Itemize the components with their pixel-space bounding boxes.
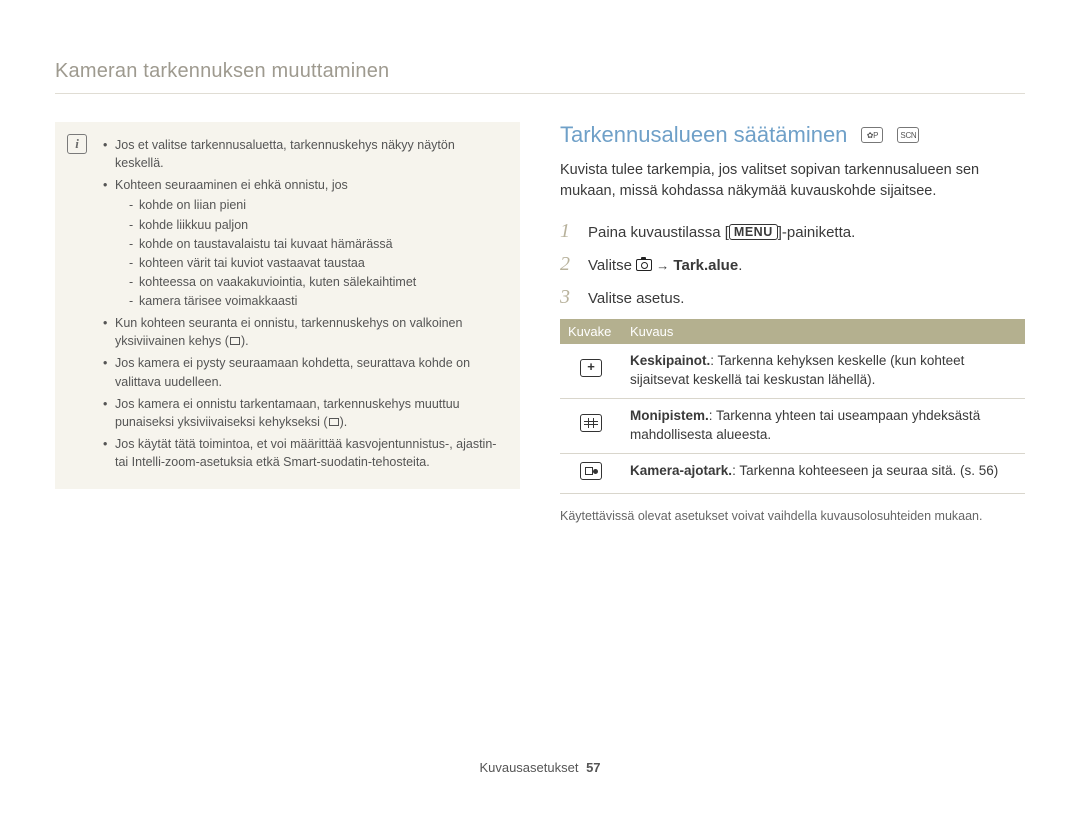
step-item: 1 Paina kuvaustilassa [MENU]-painiketta.	[560, 220, 1025, 243]
info-text: Jos et valitse tarkennusaluetta, tarkenn…	[115, 138, 455, 170]
page-title: Kameran tarkennuksen muuttaminen	[55, 60, 1025, 94]
step-text: Valitse → Tark.alue.	[588, 257, 742, 274]
arrow-icon: →	[656, 258, 669, 273]
frame-icon	[230, 337, 240, 345]
table-header-desc: Kuvaus	[622, 319, 1025, 344]
table-cell-desc: Keskipainot.: Tarkenna kehyksen keskelle…	[622, 344, 1025, 398]
info-text: Jos kamera ei onnistu tarkentamaan, tark…	[115, 397, 460, 429]
footer-section-label: Kuvausasetukset	[479, 760, 578, 775]
table-cell-desc: Kamera-ajotark.: Tarkenna kohteeseen ja …	[622, 453, 1025, 494]
footnote: Käytettävissä olevat asetukset voivat va…	[560, 508, 1025, 526]
text: ]-painiketta.	[778, 224, 856, 241]
info-bullet: Jos käytät tätä toimintoa, et voi määrit…	[103, 435, 502, 471]
info-sub-item: kohde on taustavalaistu tai kuvaat hämär…	[129, 235, 502, 253]
step-item: 2 Valitse → Tark.alue.	[560, 253, 1025, 276]
menu-button-icon: MENU	[729, 224, 778, 240]
info-sub-item: kohteessa on vaakakuviointia, kuten säle…	[129, 273, 502, 291]
table-row: Keskipainot.: Tarkenna kehyksen keskelle…	[560, 344, 1025, 398]
mode-badge-p-icon: ✿P	[861, 127, 883, 143]
right-column: Tarkennusalueen säätäminen ✿P SCN Kuvist…	[560, 122, 1025, 526]
step-text: Paina kuvaustilassa [MENU]-painiketta.	[588, 224, 855, 241]
option-name: Kamera-ajotark.	[630, 463, 732, 478]
info-sub-item: kamera tärisee voimakkaasti	[129, 292, 502, 310]
left-column: i Jos et valitse tarkennusaluetta, tarke…	[55, 122, 520, 526]
option-name: Monipistem.	[630, 408, 709, 423]
section-title-row: Tarkennusalueen säätäminen ✿P SCN	[560, 122, 1025, 148]
info-sub-item: kohde on liian pieni	[129, 196, 502, 214]
camera-icon	[636, 259, 652, 271]
step-number: 3	[560, 286, 576, 309]
info-bullet-list: Jos et valitse tarkennusaluetta, tarkenn…	[103, 136, 506, 471]
manual-page: Kameran tarkennuksen muuttaminen i Jos e…	[0, 0, 1080, 815]
step-number: 1	[560, 220, 576, 243]
info-text: Kohteen seuraaminen ei ehkä onnistu, jos	[115, 178, 348, 192]
text: .	[738, 257, 742, 274]
frame-icon	[329, 418, 339, 426]
steps-list: 1 Paina kuvaustilassa [MENU]-painiketta.…	[560, 220, 1025, 309]
multi-af-icon	[580, 414, 602, 432]
table-row: Kamera-ajotark.: Tarkenna kohteeseen ja …	[560, 453, 1025, 494]
section-intro: Kuvista tulee tarkempia, jos valitset so…	[560, 160, 1025, 202]
info-bullet: Jos kamera ei onnistu tarkentamaan, tark…	[103, 395, 502, 431]
info-text: ).	[340, 415, 348, 429]
info-icon: i	[67, 134, 87, 154]
info-bullet: Kun kohteen seuranta ei onnistu, tarkenn…	[103, 314, 502, 350]
table-header-icon: Kuvake	[560, 319, 622, 344]
info-bullet: Jos et valitse tarkennusaluetta, tarkenn…	[103, 136, 502, 172]
info-sub-item: kohteen värit tai kuviot vastaavat taust…	[129, 254, 502, 272]
step-text: Valitse asetus.	[588, 290, 684, 307]
page-footer: Kuvausasetukset 57	[0, 760, 1080, 775]
info-box: i Jos et valitse tarkennusaluetta, tarke…	[55, 122, 520, 489]
info-text: Kun kohteen seuranta ei onnistu, tarkenn…	[115, 316, 462, 348]
tracking-af-icon	[580, 462, 602, 480]
section-heading: Tarkennusalueen säätäminen	[560, 122, 847, 148]
info-sublist: kohde on liian pieni kohde liikkuu paljo…	[115, 196, 502, 310]
table-row: Monipistem.: Tarkenna yhteen tai useampa…	[560, 398, 1025, 453]
step-item: 3 Valitse asetus.	[560, 286, 1025, 309]
table-cell-desc: Monipistem.: Tarkenna yhteen tai useampa…	[622, 398, 1025, 453]
two-column-layout: i Jos et valitse tarkennusaluetta, tarke…	[55, 122, 1025, 526]
info-text: Jos kamera ei pysty seuraamaan kohdetta,…	[115, 356, 470, 388]
option-desc: : Tarkenna kohteeseen ja seuraa sitä. (s…	[732, 463, 998, 478]
info-text: Jos käytät tätä toimintoa, et voi määrit…	[115, 437, 496, 469]
info-sub-item: kohde liikkuu paljon	[129, 216, 502, 234]
info-bullet: Kohteen seuraaminen ei ehkä onnistu, jos…	[103, 176, 502, 310]
step-number: 2	[560, 253, 576, 276]
text: Valitse	[588, 257, 636, 274]
option-name: Keskipainot.	[630, 353, 710, 368]
menu-path-bold: Tark.alue	[673, 257, 738, 274]
options-table: Kuvake Kuvaus Keskipainot.: Tarkenna keh…	[560, 319, 1025, 494]
info-bullet: Jos kamera ei pysty seuraamaan kohdetta,…	[103, 354, 502, 390]
info-text: ).	[241, 334, 249, 348]
text: Paina kuvaustilassa [	[588, 224, 729, 241]
page-number: 57	[586, 760, 600, 775]
mode-badge-scn-icon: SCN	[897, 127, 919, 143]
center-af-icon	[580, 359, 602, 377]
